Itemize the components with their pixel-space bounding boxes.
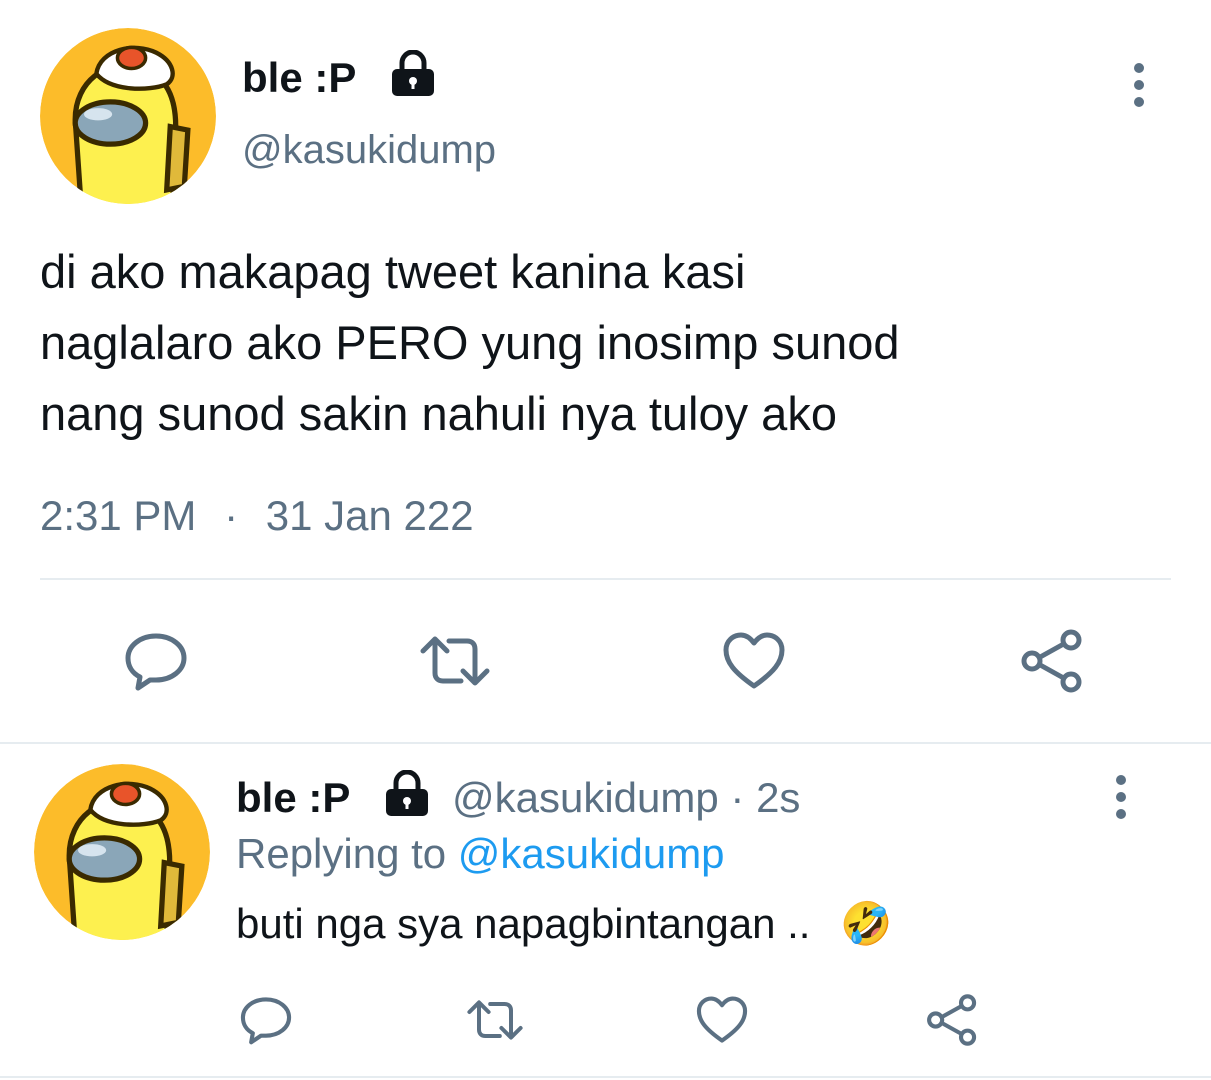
divider xyxy=(40,578,1171,580)
main-handle[interactable]: @kasukidump xyxy=(242,128,496,173)
retweet-button[interactable] xyxy=(415,626,495,696)
main-avatar[interactable] xyxy=(40,28,216,204)
tweet-text-line: nang sunod sakin nahuli nya tuloy ako xyxy=(40,387,837,440)
reply-button[interactable] xyxy=(236,990,296,1050)
more-vertical-icon[interactable] xyxy=(1128,60,1150,115)
tweet-time: 2:31 PM xyxy=(40,492,197,539)
reply-icon xyxy=(240,997,292,1045)
reply-text-content: buti nga sya napagbintangan .. xyxy=(236,900,811,947)
tweet-text: di ako makapag tweet kanina kasi naglala… xyxy=(40,236,900,449)
more-vertical-icon[interactable] xyxy=(1110,772,1132,827)
among-us-crewmate-avatar xyxy=(34,764,210,940)
like-icon xyxy=(696,996,748,1043)
tweet-timestamp[interactable]: 2:31 PM · 31 Jan 222 xyxy=(40,492,474,540)
timestamp-separator: · xyxy=(224,492,239,539)
lock-icon xyxy=(388,49,438,101)
reply-display-name[interactable]: ble :P xyxy=(236,774,350,822)
replying-to-handle[interactable]: @kasukidump xyxy=(458,830,725,877)
reply-handle-time[interactable]: @kasukidump · 2s xyxy=(452,774,800,822)
replying-to-label: Replying to xyxy=(236,830,447,877)
like-icon xyxy=(723,632,785,689)
divider xyxy=(0,742,1211,744)
share-button[interactable] xyxy=(922,990,982,1050)
tweet-text-line: di ako makapag tweet kanina kasi xyxy=(40,245,746,298)
like-button[interactable] xyxy=(718,626,790,696)
among-us-crewmate-avatar xyxy=(40,28,216,204)
divider xyxy=(0,1076,1211,1078)
main-display-name[interactable]: ble :P xyxy=(242,54,356,102)
reply-text: buti nga sya napagbintangan .. 🤣 xyxy=(236,900,892,949)
retweet-icon xyxy=(420,636,490,686)
share-icon xyxy=(1021,629,1082,693)
retweet-icon xyxy=(467,1000,523,1040)
share-icon xyxy=(927,994,977,1046)
tweet-date: 31 Jan 222 xyxy=(265,492,474,539)
reply-avatar[interactable] xyxy=(34,764,210,940)
replying-to: Replying to @kasukidump xyxy=(236,830,725,878)
rofl-emoji: 🤣 xyxy=(840,900,893,947)
tweet-text-line: naglalaro ako PERO yung inosimp sunod xyxy=(40,316,900,369)
reply-icon xyxy=(125,633,187,691)
retweet-button[interactable] xyxy=(462,990,528,1050)
share-button[interactable] xyxy=(1016,626,1088,696)
reply-button[interactable] xyxy=(118,626,194,696)
lock-icon xyxy=(382,769,432,821)
like-button[interactable] xyxy=(692,990,752,1050)
